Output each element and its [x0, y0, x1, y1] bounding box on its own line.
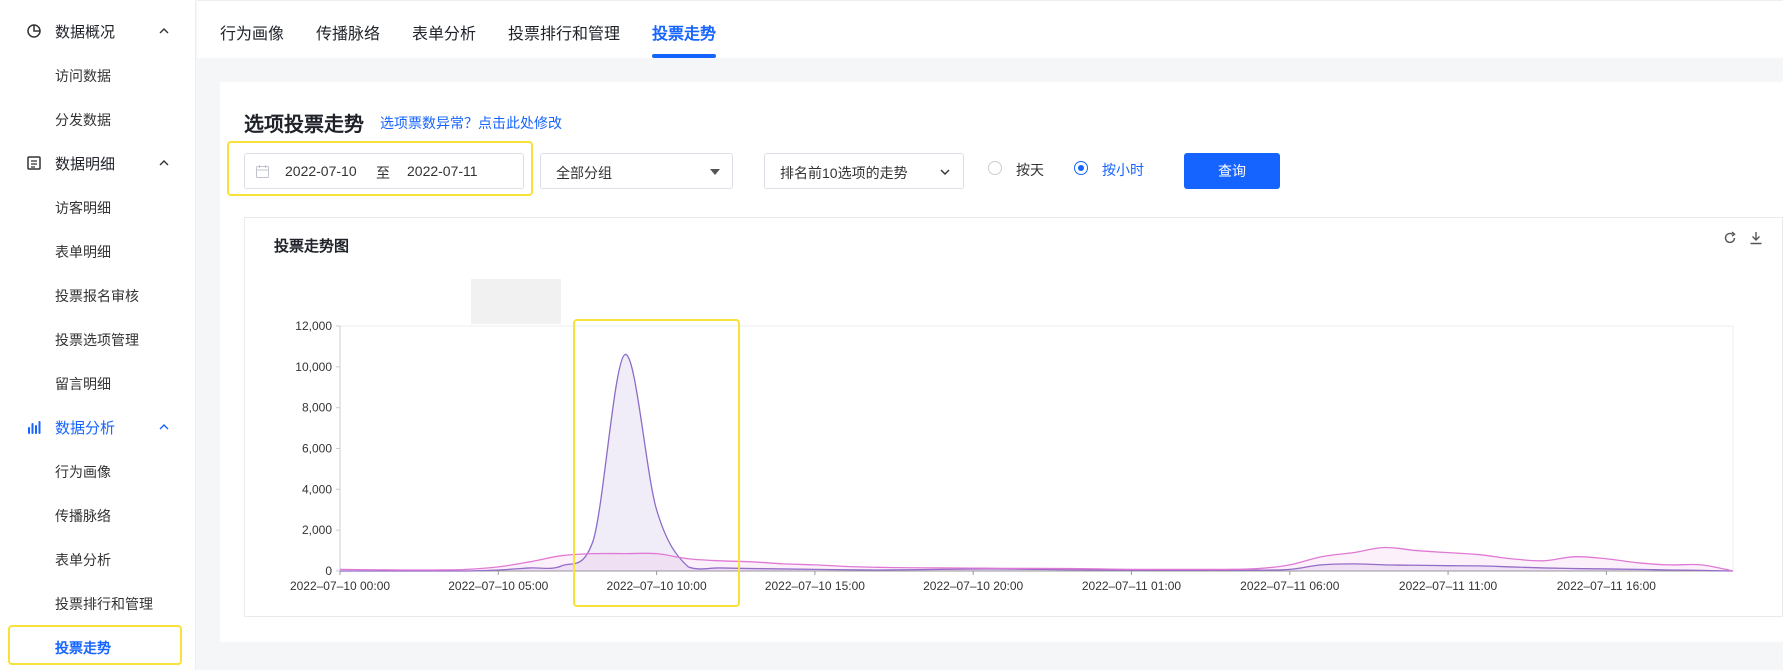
date-start[interactable]: 2022-07-10: [285, 163, 357, 179]
sidebar-item-label: 留言明细: [55, 376, 111, 392]
active-tab-indicator: [652, 54, 716, 58]
sidebar-item-label: 表单分析: [55, 552, 111, 568]
group-select[interactable]: 全部分组: [540, 153, 733, 189]
query-button[interactable]: 查询: [1184, 153, 1280, 189]
tab-spread-path[interactable]: 传播脉络: [316, 20, 380, 44]
sidebar-item-label: 访问数据: [55, 68, 111, 84]
chevron-up-icon: [159, 424, 169, 430]
chart-panel: [244, 217, 1783, 617]
sidebar-item-label: 分发数据: [55, 112, 111, 128]
sidebar-item-label: 传播脉络: [55, 508, 111, 524]
modify-votes-link[interactable]: 选项票数异常？点击此处修改: [380, 113, 562, 133]
sidebar-group-label: 数据概况: [55, 24, 116, 41]
sidebar-item-label: 行为画像: [55, 464, 111, 480]
sidebar-group-details[interactable]: 数据明细: [0, 143, 196, 183]
radio-label: 按小时: [1102, 162, 1144, 178]
tab-form-analysis[interactable]: 表单分析: [412, 20, 476, 44]
list-icon: [27, 156, 41, 170]
sidebar-item-label: 投票排行和管理: [55, 596, 153, 612]
page-title: 选项投票走势: [244, 114, 364, 136]
bar-chart-icon: [28, 421, 41, 434]
sidebar: 数据概况 访问数据 分发数据 数据明细 访客明细 表单明细 投票报名审核 投票选…: [0, 0, 196, 670]
chart-title: 投票走势图: [274, 238, 350, 255]
sidebar-group-label: 数据明细: [55, 156, 116, 173]
sidebar-group-analysis[interactable]: 数据分析: [0, 407, 196, 447]
sidebar-item-spread-path[interactable]: 传播脉络: [0, 495, 196, 535]
sidebar-item-label: 投票选项管理: [55, 332, 139, 348]
sidebar-item-message-details[interactable]: 留言明细: [0, 363, 196, 403]
sidebar-item-label: 表单明细: [55, 244, 111, 260]
calendar-icon: [256, 165, 269, 178]
radio-circle[interactable]: [1074, 161, 1088, 175]
refresh-icon[interactable]: [1723, 231, 1737, 245]
sidebar-group-label: 数据分析: [55, 420, 116, 437]
group-select-value: 全部分组: [556, 165, 612, 181]
sidebar-item-distribution-data[interactable]: 分发数据: [0, 99, 196, 139]
trend-select-value: 排名前10选项的走势: [780, 165, 908, 181]
date-end[interactable]: 2022-07-11: [407, 163, 478, 179]
sidebar-item-form-analysis[interactable]: 表单分析: [0, 539, 196, 579]
chevron-up-icon: [159, 160, 169, 166]
tab-vote-trend[interactable]: 投票走势: [652, 20, 716, 44]
chevron-up-icon: [159, 28, 169, 34]
sidebar-item-label: 访客明细: [55, 200, 111, 216]
sidebar-item-visit-data[interactable]: 访问数据: [0, 55, 196, 95]
download-icon[interactable]: [1749, 231, 1763, 245]
sidebar-item-vote-signup-review[interactable]: 投票报名审核: [0, 275, 196, 315]
chevron-down-icon: [940, 169, 950, 175]
tab-behavior-profile[interactable]: 行为画像: [220, 20, 284, 44]
sidebar-item-label: 投票报名审核: [55, 288, 139, 304]
sidebar-item-behavior-profile[interactable]: 行为画像: [0, 451, 196, 491]
redacted-legend-block: [471, 279, 561, 324]
sidebar-group-overview[interactable]: 数据概况: [0, 11, 196, 51]
radio-label: 按天: [1016, 162, 1044, 178]
date-separator: 至: [376, 165, 390, 181]
date-range-picker[interactable]: 2022-07-10 至 2022-07-11: [244, 153, 524, 189]
sidebar-item-form-details[interactable]: 表单明细: [0, 231, 196, 271]
sidebar-item-vote-trend[interactable]: 投票走势: [0, 627, 196, 667]
sidebar-item-vote-option-management[interactable]: 投票选项管理: [0, 319, 196, 359]
sidebar-item-vote-ranking[interactable]: 投票排行和管理: [0, 583, 196, 623]
tab-vote-ranking[interactable]: 投票排行和管理: [508, 20, 620, 44]
caret-down-icon: [710, 169, 720, 175]
radio-circle[interactable]: [988, 161, 1002, 175]
pie-chart-icon: [27, 24, 41, 38]
sidebar-item-label: 投票走势: [55, 640, 111, 656]
sidebar-item-visitor-details[interactable]: 访客明细: [0, 187, 196, 227]
trend-select[interactable]: 排名前10选项的走势: [764, 153, 964, 189]
